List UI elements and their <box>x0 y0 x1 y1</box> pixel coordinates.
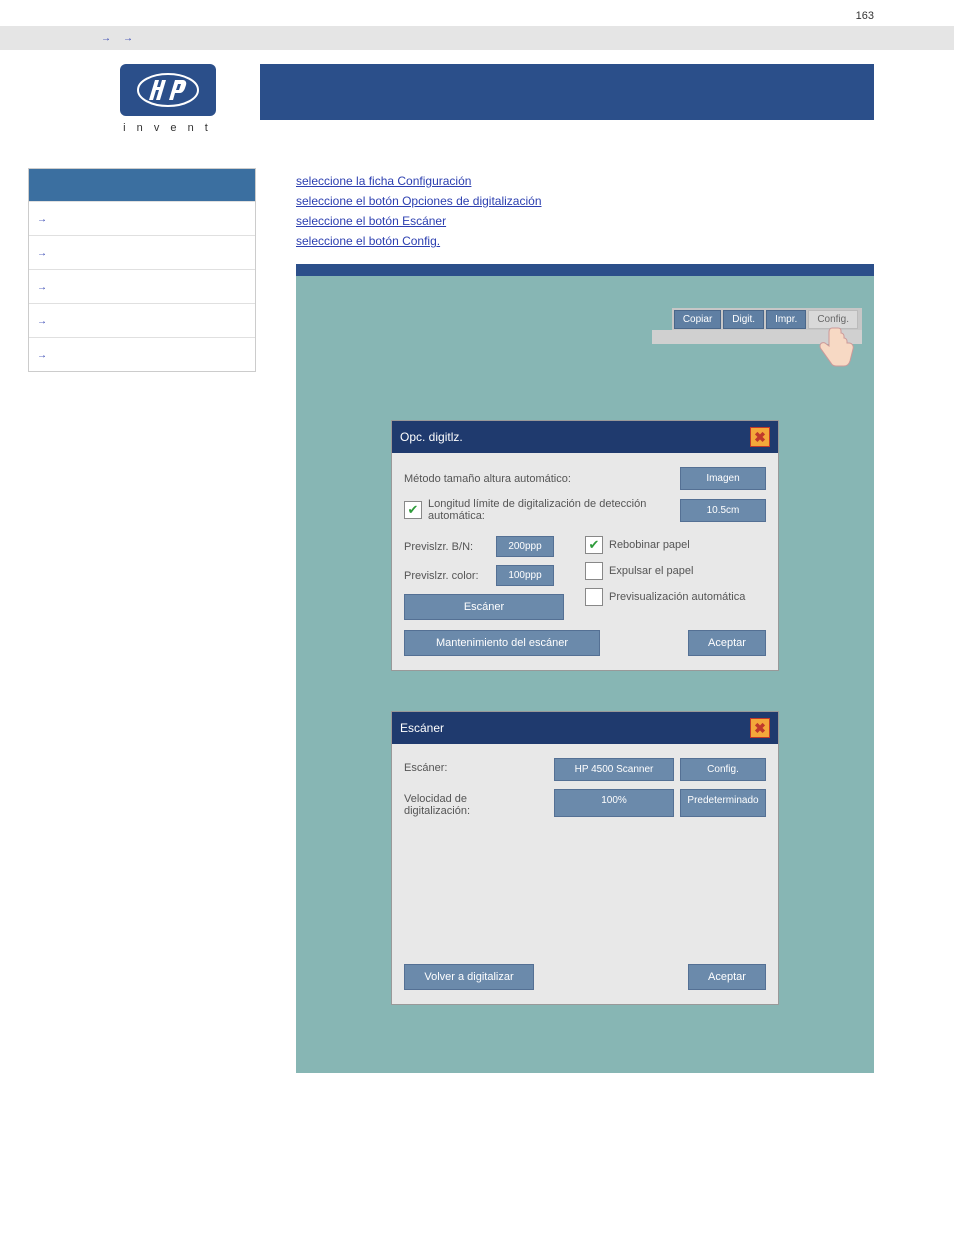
side-nav-header <box>29 169 255 201</box>
limit-checkbox[interactable] <box>404 501 422 519</box>
speed-label: Velocidad de digitalización: <box>404 789 504 817</box>
arrow-right-icon: → <box>37 316 47 327</box>
auto-height-value-button[interactable]: Imagen <box>680 467 766 490</box>
tab-copiar[interactable]: Copiar <box>674 310 721 329</box>
scanner-dialog: Escáner ✖ Escáner: HP 4500 Scanner Confi… <box>391 711 779 1005</box>
title-bar <box>260 64 874 120</box>
close-button[interactable]: ✖ <box>750 718 770 738</box>
side-nav: → → → → → <box>28 168 256 372</box>
rescan-button[interactable]: Volver a digitalizar <box>404 964 534 990</box>
chevron-right-icon: → <box>101 33 111 44</box>
limit-label: Longitud límite de digitalización de det… <box>428 498 680 522</box>
ok-button[interactable]: Aceptar <box>688 630 766 656</box>
arrow-right-icon: → <box>37 214 47 225</box>
nav-item[interactable]: → <box>29 269 255 303</box>
pointing-hand-icon <box>812 326 858 379</box>
autopreview-label: Previsualización automática <box>609 591 745 603</box>
ok-button[interactable]: Aceptar <box>688 964 766 990</box>
preview-bn-label: Previslzr. B/N: <box>404 541 496 553</box>
scanner-label: Escáner: <box>404 758 504 781</box>
dialog-title: Opc. digitlz. <box>400 430 463 444</box>
hp-logo-icon <box>120 64 216 116</box>
rewind-label: Rebobinar papel <box>609 539 690 551</box>
arrow-right-icon: → <box>37 248 47 259</box>
tab-digit[interactable]: Digit. <box>723 310 764 329</box>
logo-column: i n v e n t <box>0 64 260 134</box>
nav-item[interactable]: → <box>29 337 255 371</box>
arrow-right-icon: → <box>37 282 47 293</box>
scanner-button[interactable]: Escáner <box>404 594 564 620</box>
step-link-1[interactable]: seleccione la ficha Configuración <box>296 174 471 188</box>
preview-color-label: Previslzr. color: <box>404 570 496 582</box>
arrow-right-icon: → <box>37 350 47 361</box>
close-button[interactable]: ✖ <box>750 427 770 447</box>
preview-color-value-button[interactable]: 100ppp <box>496 565 554 586</box>
breadcrumb: → → <box>0 26 954 50</box>
tab-impr[interactable]: Impr. <box>766 310 806 329</box>
nav-item[interactable]: → <box>29 303 255 337</box>
chevron-right-icon: → <box>123 33 133 44</box>
step-link-3[interactable]: seleccione el botón Escáner <box>296 214 446 228</box>
maintenance-button[interactable]: Mantenimiento del escáner <box>404 630 600 656</box>
nav-item[interactable]: → <box>29 235 255 269</box>
autopreview-checkbox[interactable] <box>585 588 603 606</box>
scan-options-dialog: Opc. digitlz. ✖ Método tamaño altura aut… <box>391 420 779 671</box>
eject-checkbox[interactable] <box>585 562 603 580</box>
speed-value-button[interactable]: 100% <box>554 789 674 817</box>
config-button[interactable]: Config. <box>680 758 766 781</box>
scanner-value-button[interactable]: HP 4500 Scanner <box>554 758 674 781</box>
close-icon: ✖ <box>754 720 766 737</box>
auto-height-label: Método tamaño altura automático: <box>404 473 680 485</box>
step-list: seleccione la ficha Configuración selecc… <box>296 174 874 248</box>
step-link-2[interactable]: seleccione el botón Opciones de digitali… <box>296 194 542 208</box>
close-icon: ✖ <box>754 429 766 446</box>
screenshot-panel: Copiar Digit. Impr. Config. Opc. digitlz… <box>296 276 874 1073</box>
rewind-checkbox[interactable] <box>585 536 603 554</box>
page-number: 163 <box>0 0 954 22</box>
section-heading <box>296 264 874 276</box>
logo-tagline: i n v e n t <box>123 122 212 134</box>
step-link-4[interactable]: seleccione el botón Config. <box>296 234 440 248</box>
nav-item[interactable]: → <box>29 201 255 235</box>
limit-value-button[interactable]: 10.5cm <box>680 499 766 522</box>
dialog-title: Escáner <box>400 721 444 735</box>
preview-bn-value-button[interactable]: 200ppp <box>496 536 554 557</box>
default-button[interactable]: Predeterminado <box>680 789 766 817</box>
eject-label: Expulsar el papel <box>609 565 693 577</box>
